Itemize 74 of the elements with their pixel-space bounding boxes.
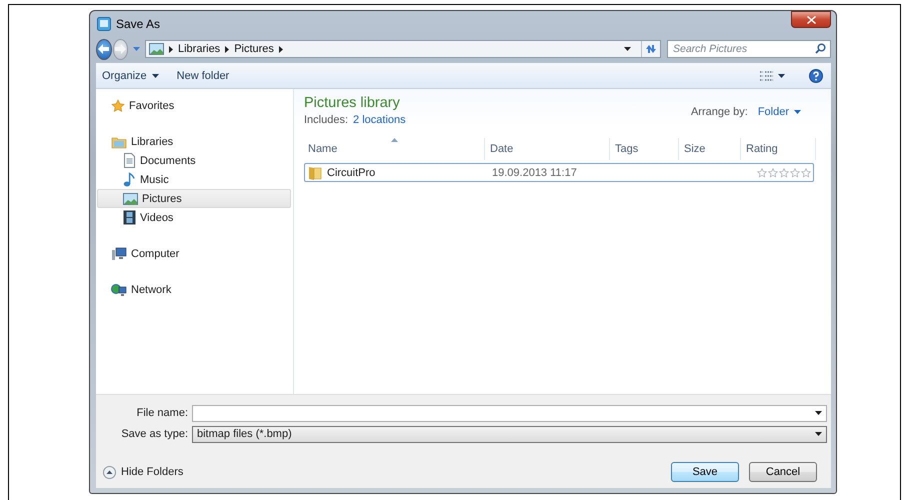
arrange-label: Arrange by: [690,106,748,118]
document-icon [123,153,136,168]
caret-icon [624,47,631,51]
star-icon [111,98,125,112]
nav-item[interactable]: Videos [97,208,291,227]
rating-star-icon[interactable] [768,168,778,178]
close-icon [806,16,816,24]
nav-item[interactable]: Computer [97,244,291,263]
refresh-icon [645,43,657,55]
window-title: Save As [116,16,160,30]
history-dropdown[interactable] [132,47,141,51]
picture-icon [149,43,164,55]
file-row[interactable]: CircuitPro 19.09.2013 11:17 [304,163,814,182]
file-name-field[interactable] [192,404,827,422]
caret-icon [778,74,785,78]
breadcrumb[interactable]: Libraries [178,43,220,55]
forward-arrow-icon [114,44,126,54]
film-icon [123,210,136,225]
caret-icon [815,432,822,436]
search-field[interactable]: Search Pictures [667,40,831,58]
nav-item[interactable]: Music [97,170,291,189]
nav-item[interactable]: Libraries [97,132,291,151]
network-globe-icon [111,282,127,296]
collapse-icon [103,466,116,478]
column-header[interactable]: Size [679,138,741,160]
caret-icon [815,411,822,415]
folder-icon [308,165,322,180]
chevron-icon [169,46,173,52]
date-cell: 19.09.2013 11:17 [492,166,577,178]
address-bar[interactable]: Libraries Pictures [145,40,661,58]
library-title: Pictures library [304,95,401,111]
hide-folders-button[interactable]: Hide Folders [103,466,184,478]
arrange-dropdown[interactable]: Folder [758,106,801,118]
caret-icon [794,110,801,114]
breadcrumb[interactable]: Pictures [234,43,274,55]
dialog-button[interactable]: Cancel [749,462,817,482]
field-label: File name: [136,407,189,419]
field-label: Save as type: [120,428,189,440]
caret-icon [133,47,140,51]
new-folder-button[interactable]: New folder [176,70,230,82]
locations-link[interactable]: 2 locations [353,114,406,126]
chevron-icon [225,46,230,52]
picture-icon [123,192,138,204]
library-folder-icon [111,134,127,148]
includes-label: Includes: [304,114,348,126]
close-button[interactable] [791,11,831,28]
back-arrow-icon [98,44,110,54]
music-note-icon [123,172,136,187]
star-rating[interactable] [756,168,811,178]
dialog-button[interactable]: Save [671,462,739,482]
rating-star-icon[interactable] [790,168,800,178]
back-button[interactable] [96,38,112,60]
nav-item[interactable]: Documents [97,151,291,170]
column-header[interactable]: Tags [610,138,679,160]
search-icon [815,43,826,54]
file-name: CircuitPro [327,166,376,178]
rating-star-icon[interactable] [801,168,811,178]
view-menu[interactable] [760,70,785,80]
nav-item[interactable]: Favorites [97,96,291,115]
list-view-icon [760,70,773,80]
organize-menu[interactable]: Organize [102,70,159,82]
help-icon[interactable] [809,68,823,82]
file-type-dropdown[interactable]: bitmap files (*.bmp) [192,426,827,442]
nav-item[interactable]: Pictures [97,189,291,208]
column-header[interactable]: Name [303,138,485,160]
column-header[interactable]: Date [485,138,610,160]
column-header[interactable]: Rating [741,138,816,160]
computer-icon [111,246,127,260]
caret-icon [152,74,159,78]
chevron-icon [278,46,283,52]
nav-item[interactable]: Network [97,280,291,299]
rating-star-icon[interactable] [779,168,789,178]
window-icon [97,16,111,30]
rating-star-icon[interactable] [757,168,767,178]
